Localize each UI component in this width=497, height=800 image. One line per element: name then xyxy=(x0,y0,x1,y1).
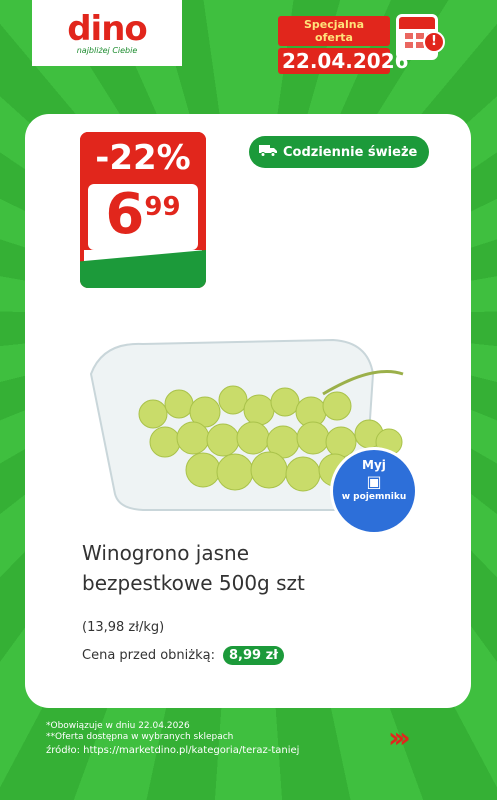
discount-percent: -22% xyxy=(80,132,206,184)
dino-logo[interactable]: dino najbliżej Ciebie xyxy=(32,0,182,66)
calendar-icon: ! xyxy=(396,14,445,60)
promo-price: 6 99 xyxy=(88,184,198,250)
next-arrows-icon[interactable]: ››› xyxy=(388,724,410,752)
price-decimal: 99 xyxy=(144,192,181,222)
product-title-line1: Winogrono jasne xyxy=(82,541,250,565)
price-tag: -22% 6 99 xyxy=(80,132,206,288)
container-icon: ▣ xyxy=(366,472,382,491)
footer-note-1: *Obowiązuje w dniu 22.04.2026 xyxy=(46,721,190,731)
delivery-truck-icon xyxy=(257,143,279,161)
source-link[interactable]: źródło: https://marketdino.pl/kategoria/… xyxy=(46,745,376,756)
logo-tagline: najbliżej Ciebie xyxy=(76,45,138,55)
product-title-line2: bezpestkowe 500g szt xyxy=(82,571,305,595)
unit-price: (13,98 zł/kg) xyxy=(82,620,165,635)
wash-in-container-badge: Myj ▣ w pojemniku xyxy=(333,450,415,532)
price-integer: 6 xyxy=(105,182,145,247)
footer-note-2: **Oferta dostępna w wybranych sklepach xyxy=(46,732,234,742)
wash-bottom-label: w pojemniku xyxy=(341,492,407,502)
logo-wordmark: dino xyxy=(67,8,148,49)
footer-notes: *Obowiązuje w dniu 22.04.2026 **Oferta d… xyxy=(46,721,376,756)
wash-top-label: Myj xyxy=(362,458,386,472)
price-before-discount: Cena przed obniżką: 8,99 zł xyxy=(82,646,284,665)
before-price-badge: 8,99 zł xyxy=(222,646,284,665)
calendar-alert-icon: ! xyxy=(423,31,445,53)
product-card[interactable]: -22% 6 99 Codziennie świeże Myj ▣ w poje… xyxy=(25,114,471,708)
special-offer: Specjalna oferta 22.04.2026 xyxy=(278,16,409,74)
fresh-badge: Codziennie świeże xyxy=(249,136,430,168)
product-title: Winogrono jasne bezpestkowe 500g szt xyxy=(82,538,442,598)
price-tag-green-stripe xyxy=(80,250,206,288)
fresh-badge-label: Codziennie świeże xyxy=(283,144,418,160)
before-label: Cena przed obniżką: xyxy=(82,648,215,663)
offer-label: Specjalna oferta xyxy=(278,16,390,46)
offer-date: 22.04.2026 xyxy=(278,48,409,74)
